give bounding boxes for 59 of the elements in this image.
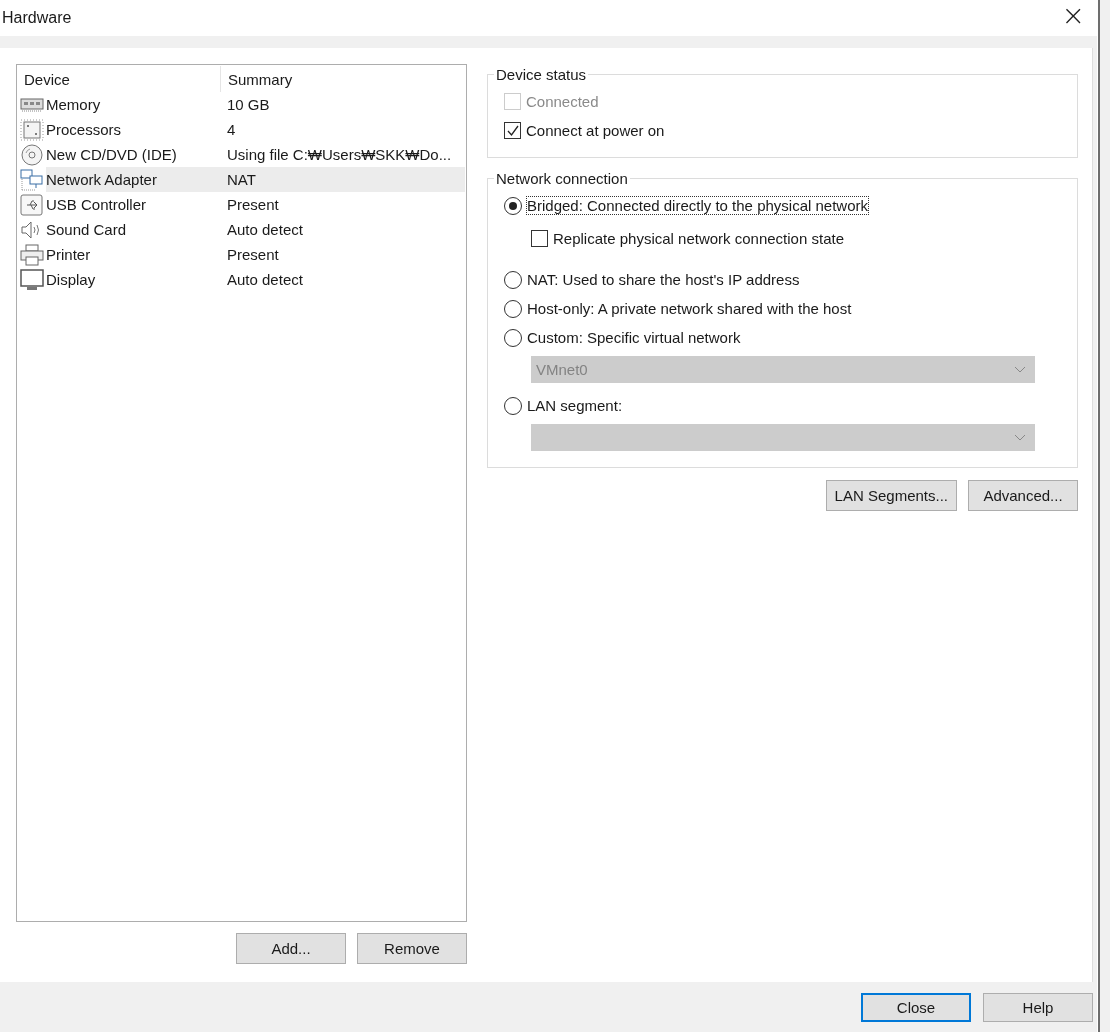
- radio-label: Bridged: Connected directly to the physical network: [527, 197, 868, 214]
- disc-icon: [20, 143, 44, 166]
- checkbox[interactable]: [504, 122, 521, 139]
- device-name: Sound Card: [46, 221, 127, 238]
- device-row[interactable]: Processors 4: [20, 117, 466, 142]
- device-row[interactable]: New CD/DVD (IDE) Using file C:₩Users₩SKK₩Do...: [20, 142, 466, 167]
- monitors-icon: [20, 168, 44, 191]
- checkbox[interactable]: [531, 230, 548, 247]
- device-summary: 4: [226, 121, 236, 138]
- device-name: Memory: [46, 96, 101, 113]
- device-row[interactable]: Display Auto detect: [20, 267, 466, 292]
- radio-button[interactable]: [504, 196, 522, 215]
- device-summary: 10 GB: [226, 96, 270, 113]
- device-summary: Present: [226, 246, 279, 263]
- device-summary: Using file C:₩Users₩SKK₩Do...: [226, 146, 452, 163]
- device-summary: Present: [226, 196, 279, 213]
- device-name: Processors: [46, 121, 122, 138]
- network-button[interactable]: LAN Segments...: [825, 480, 957, 511]
- processor-chip-icon: [20, 118, 44, 141]
- radio-label: Host-only: A private network shared with the host: [527, 300, 852, 317]
- usb-icon: [20, 193, 44, 216]
- device-row[interactable]: Memory 10 GB: [20, 92, 466, 117]
- device-summary: Auto detect: [226, 271, 303, 288]
- device-summary: Auto detect: [226, 221, 303, 238]
- device-row[interactable]: USB Controller Present: [20, 192, 466, 217]
- monitor-icon: [20, 268, 44, 291]
- radio-button[interactable]: [504, 270, 522, 289]
- device-row[interactable]: Printer Present: [20, 242, 466, 267]
- checkbox-label: Replicate physical network connection state: [553, 230, 844, 247]
- device-summary: NAT: [226, 171, 256, 188]
- device-name: Network Adapter: [46, 171, 157, 188]
- list-button[interactable]: Add...: [236, 933, 346, 964]
- radio-button[interactable]: [504, 299, 522, 318]
- column-header[interactable]: Device: [20, 70, 220, 88]
- device-name: Display: [46, 271, 96, 288]
- checkbox-label: Connected: [526, 93, 599, 110]
- checkbox-label: Connect at power on: [526, 122, 665, 139]
- device-name: USB Controller: [46, 196, 147, 213]
- dialog-button[interactable]: Close: [861, 992, 971, 1022]
- list-button[interactable]: Remove: [357, 933, 467, 964]
- window-title: Hardware: [1, 9, 72, 27]
- group-title: Device status: [495, 66, 588, 83]
- device-name: New CD/DVD (IDE): [46, 146, 177, 163]
- device-name: Printer: [46, 246, 91, 263]
- close-button[interactable]: ×: [1049, 2, 1097, 34]
- radio-label: LAN segment:: [527, 397, 623, 414]
- network-button[interactable]: Advanced...: [968, 480, 1078, 511]
- device-row[interactable]: Sound Card Auto detect: [20, 217, 466, 242]
- radio-button[interactable]: [504, 328, 522, 347]
- device-row[interactable]: Network Adapter NAT: [20, 167, 465, 192]
- radio-label: Custom: Specific virtual network: [527, 329, 741, 346]
- radio-label: NAT: Used to share the host's IP address: [527, 271, 800, 288]
- printer-icon: [20, 243, 44, 266]
- group-title: Network connection: [495, 170, 629, 187]
- chevron-down-icon: [1014, 433, 1026, 442]
- radio-button[interactable]: [504, 396, 522, 415]
- column-header[interactable]: Summary: [220, 66, 293, 92]
- dialog-button[interactable]: Help: [983, 992, 1093, 1022]
- chevron-down-icon: [1014, 365, 1026, 374]
